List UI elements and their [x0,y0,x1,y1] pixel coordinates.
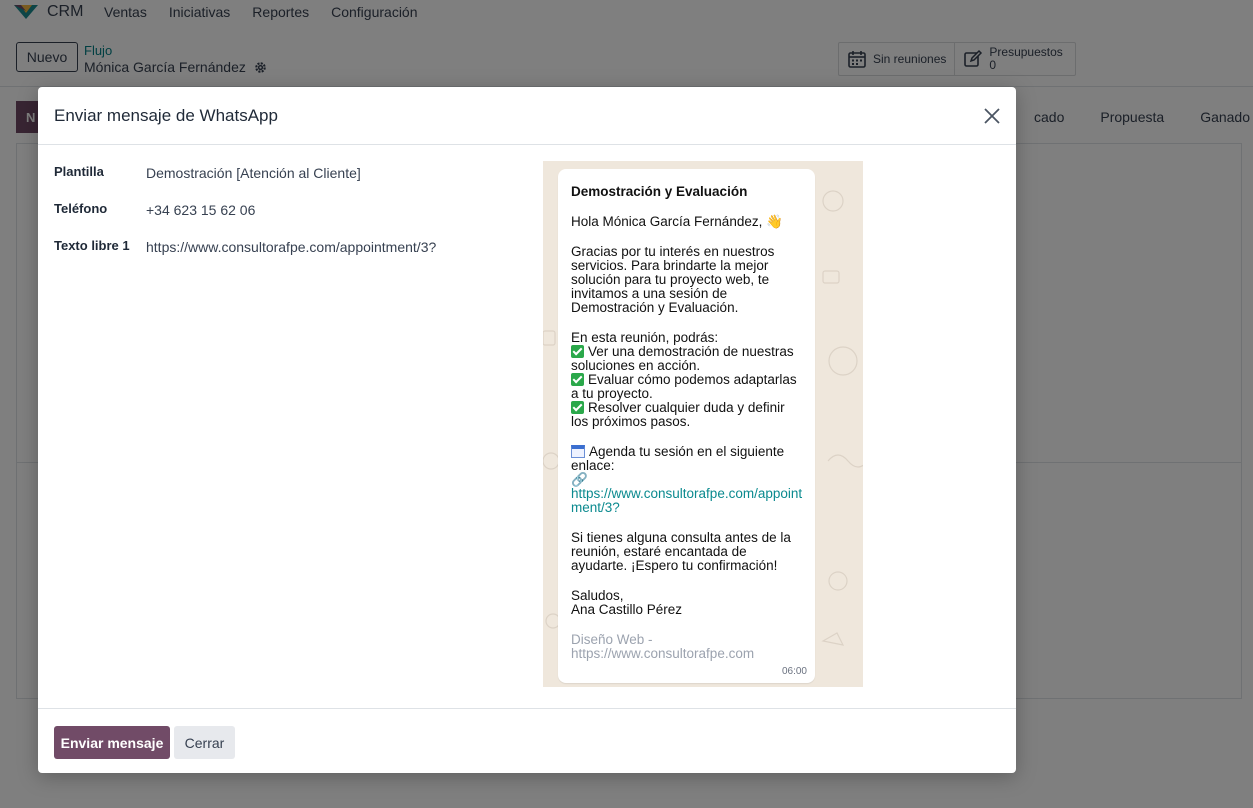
link-icon: 🔗 [571,472,588,487]
modal-header: Enviar mensaje de WhatsApp [38,87,1016,145]
message-footer: Diseño Web - https://www.consultorafpe.c… [571,633,805,661]
message-intro: Gracias por tu interés en nuestros servi… [571,244,775,315]
message-agenda: Agenda tu sesión en el siguiente enlace:… [571,445,805,515]
signature-name: Ana Castillo Pérez [571,602,683,617]
message-time: 06:00 [781,666,807,677]
signoff: Saludos, [571,588,624,603]
message-signature: Saludos, Ana Castillo Pérez [571,589,805,617]
list-item: Ver una demostración de nuestras solucio… [571,344,794,373]
template-field[interactable]: Demostración [Atención al Cliente] [146,165,361,181]
footer-line: https://www.consultorafpe.com [571,646,755,661]
message-title: Demostración y Evaluación [571,184,748,199]
message-closing: Si tienes alguna consulta antes de la re… [571,530,791,573]
check-icon [571,373,584,386]
field-label: Texto libre 1 [54,238,130,253]
whatsapp-dialog: Enviar mensaje de WhatsApp Plantilla Dem… [38,87,1016,773]
calendar-icon [571,445,585,458]
field-label: Plantilla [54,164,104,179]
free-text-field[interactable]: https://www.consultorafpe.com/appointmen… [146,239,436,255]
list-item: Resolver cualquier duda y definir los pr… [571,400,785,429]
modal-title: Enviar mensaje de WhatsApp [54,106,278,125]
list-item: Evaluar cómo podemos adaptarlas a tu pro… [571,372,797,401]
check-icon [571,345,584,358]
message-bubble: Demostración y Evaluación Hola Mónica Ga… [558,169,815,683]
phone-field[interactable]: +34 623 15 62 06 [146,202,255,218]
message-list-heading: En esta reunión, podrás: [571,330,719,345]
message-list: En esta reunión, podrás: Ver una demostr… [571,331,805,429]
modal-footer: Enviar mensaje Cerrar [38,708,1016,774]
check-icon [571,401,584,414]
footer-line: Diseño Web - [571,632,653,647]
message-greeting: Hola Mónica García Fernández, 👋 [571,214,783,229]
agenda-line: Agenda tu sesión en el siguiente enlace: [571,444,785,473]
field-label: Teléfono [54,201,108,216]
close-button[interactable]: Cerrar [174,726,235,759]
whatsapp-preview: Demostración y Evaluación Hola Mónica Ga… [543,161,863,687]
close-icon[interactable] [983,107,1001,125]
message-body: Demostración y Evaluación Hola Mónica Ga… [571,185,805,661]
send-message-button[interactable]: Enviar mensaje [54,726,170,759]
message-link[interactable]: https://www.consultorafpe.com/appointmen… [571,487,805,515]
